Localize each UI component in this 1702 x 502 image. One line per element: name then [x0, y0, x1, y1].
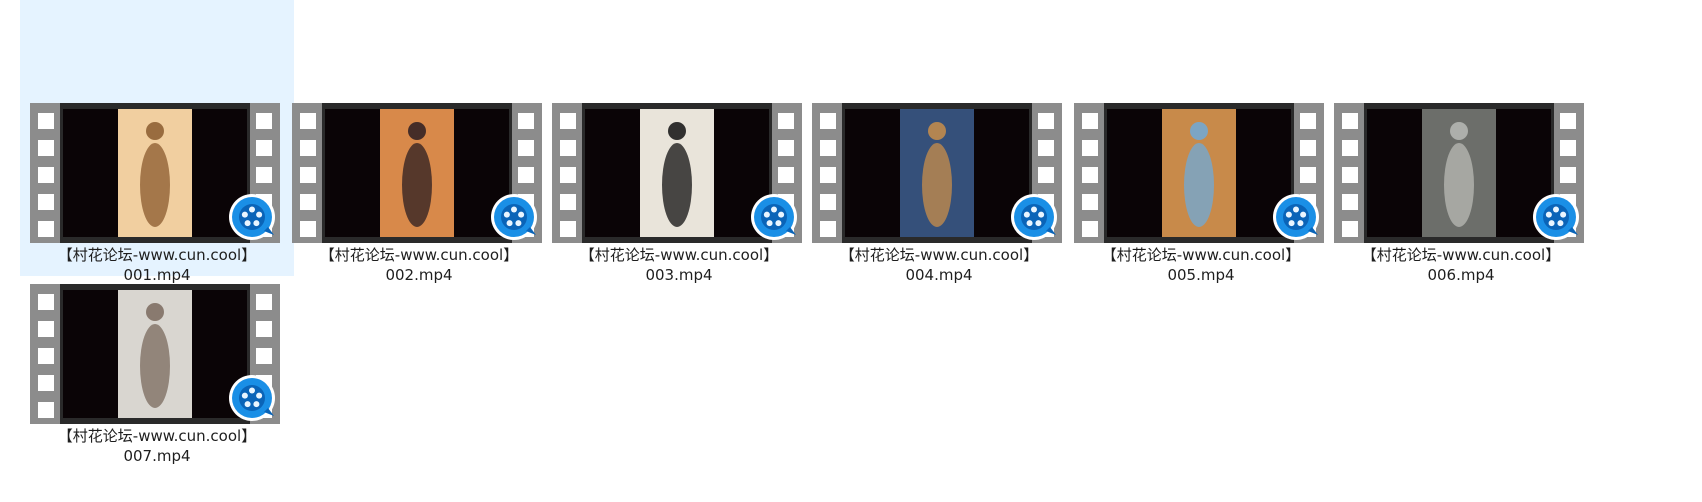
media-player-icon	[491, 194, 537, 240]
film-strip-icon	[292, 103, 542, 243]
film-strip-icon	[552, 103, 802, 243]
file-item[interactable]: 【村花论坛-www.cun.cool】 005.mp4	[1064, 0, 1338, 284]
video-thumbnail	[1074, 103, 1324, 243]
media-player-icon	[751, 194, 797, 240]
media-player-icon	[1273, 194, 1319, 240]
file-name: 002.mp4	[385, 266, 453, 284]
film-strip-icon	[30, 284, 280, 424]
video-thumbnail	[552, 103, 802, 243]
video-thumbnail	[812, 103, 1062, 243]
file-name: 004.mp4	[905, 266, 973, 284]
file-caption: 【村花论坛-www.cun.cool】 003.mp4	[542, 245, 816, 285]
file-item[interactable]: 【村花论坛-www.cun.cool】 006.mp4	[1324, 0, 1598, 284]
file-label: 【村花论坛-www.cun.cool】	[839, 246, 1039, 264]
file-item[interactable]: 【村花论坛-www.cun.cool】 007.mp4	[20, 196, 294, 496]
media-player-icon	[1533, 194, 1579, 240]
file-label: 【村花论坛-www.cun.cool】	[319, 246, 519, 264]
file-label: 【村花论坛-www.cun.cool】	[579, 246, 779, 264]
video-thumbnail	[1334, 103, 1584, 243]
film-strip-icon	[1334, 103, 1584, 243]
file-grid: 【村花论坛-www.cun.cool】 001.mp4 【村花论坛-www.cu…	[0, 0, 1702, 502]
file-name: 006.mp4	[1427, 266, 1495, 284]
file-name: 003.mp4	[645, 266, 713, 284]
file-item[interactable]: 【村花论坛-www.cun.cool】 003.mp4	[542, 0, 816, 284]
file-caption: 【村花论坛-www.cun.cool】 005.mp4	[1064, 245, 1338, 285]
file-caption: 【村花论坛-www.cun.cool】 002.mp4	[282, 245, 556, 285]
file-caption: 【村花论坛-www.cun.cool】 007.mp4	[20, 426, 294, 466]
film-strip-icon	[1074, 103, 1324, 243]
file-name: 005.mp4	[1167, 266, 1235, 284]
media-player-icon	[1011, 194, 1057, 240]
file-item[interactable]: 【村花论坛-www.cun.cool】 004.mp4	[802, 0, 1076, 284]
video-thumbnail	[292, 103, 542, 243]
file-name: 007.mp4	[123, 447, 191, 465]
file-label: 【村花论坛-www.cun.cool】	[57, 427, 257, 445]
file-label: 【村花论坛-www.cun.cool】	[1361, 246, 1561, 264]
media-player-icon	[229, 375, 275, 421]
video-thumbnail	[30, 284, 280, 424]
file-caption: 【村花论坛-www.cun.cool】 004.mp4	[802, 245, 1076, 285]
film-strip-icon	[812, 103, 1062, 243]
file-caption: 【村花论坛-www.cun.cool】 006.mp4	[1324, 245, 1598, 285]
file-label: 【村花论坛-www.cun.cool】	[1101, 246, 1301, 264]
file-item[interactable]: 【村花论坛-www.cun.cool】 002.mp4	[282, 0, 556, 284]
